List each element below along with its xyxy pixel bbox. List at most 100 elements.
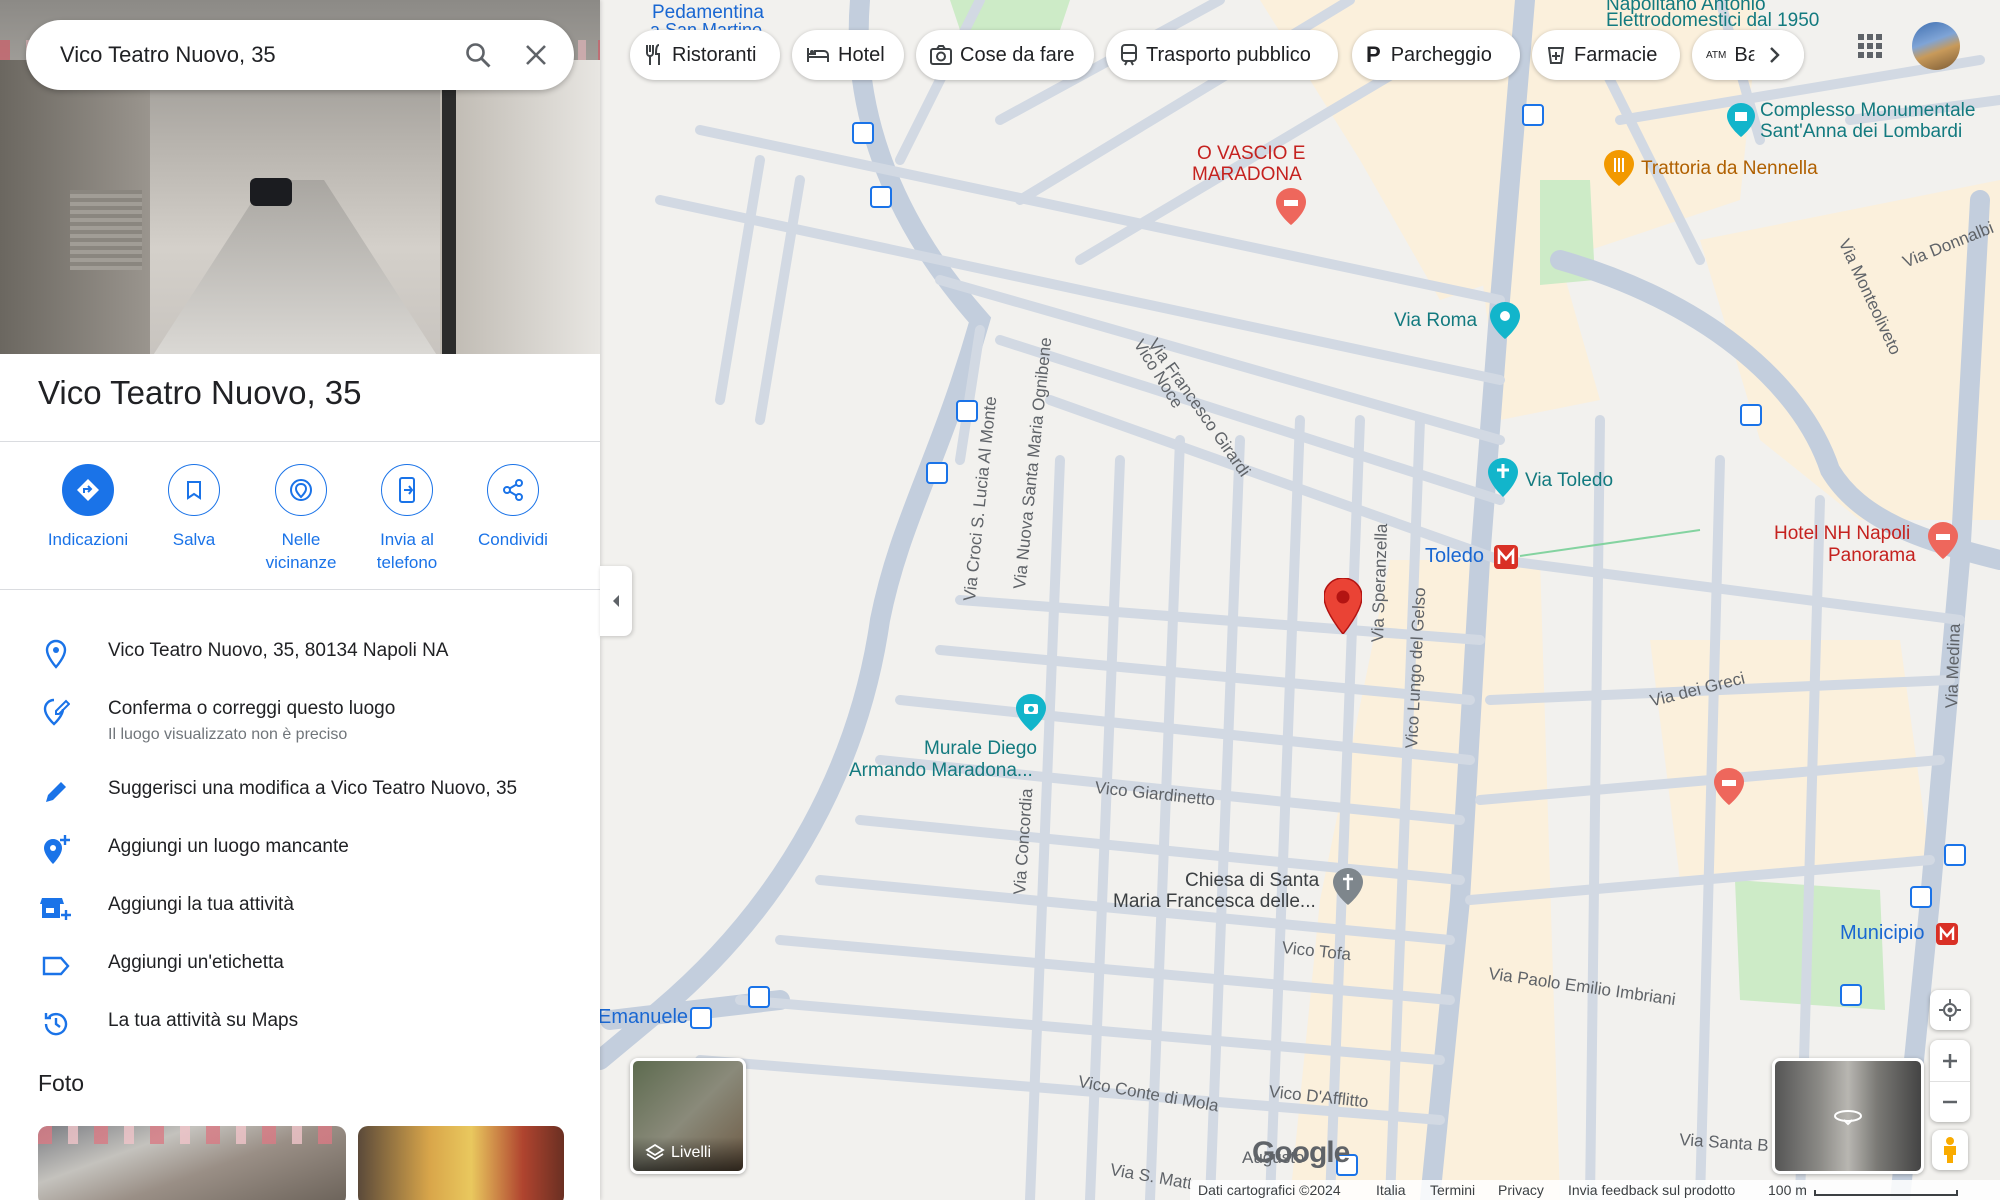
layers-button[interactable]: Livelli <box>630 1058 746 1174</box>
chip-ristoranti[interactable]: Ristoranti <box>630 30 780 80</box>
metro-station-municipio[interactable]: Municipio <box>1840 922 1924 945</box>
chip-trasporto-pubblico[interactable]: Trasporto pubblico <box>1106 30 1338 80</box>
action-label: Indicazioni <box>47 530 129 549</box>
photo-thumbnail[interactable] <box>38 1126 346 1200</box>
directions-icon <box>62 464 114 516</box>
landmark-pin-icon[interactable] <box>1490 302 1520 345</box>
poi-vascio-line2[interactable]: MARADONA <box>1192 164 1302 186</box>
landmark-pin-icon-toledo[interactable] <box>1488 458 1518 503</box>
restaurant-pin-icon[interactable] <box>1604 150 1634 191</box>
chip-parcheggio[interactable]: P Parcheggio <box>1352 30 1520 80</box>
confirm-place-text: Conferma o correggi questo luogo <box>108 698 396 719</box>
nearby-button[interactable]: Nelle vicinanze <box>246 464 356 574</box>
map-data-credit: Dati cartografici ©2024 <box>1198 1182 1341 1198</box>
hero-shutter <box>70 190 142 270</box>
poi-murale-line2[interactable]: Armando Maradona... <box>849 760 1033 782</box>
footer-scale-label[interactable]: 100 m <box>1768 1182 1807 1198</box>
bus-stop-icon[interactable] <box>852 122 874 144</box>
zoom-in-button[interactable] <box>1930 1041 1970 1082</box>
action-label: Salva <box>172 530 216 549</box>
chip-hotel[interactable]: Hotel <box>792 30 904 80</box>
search-input[interactable] <box>60 35 440 75</box>
metro-station-toledo[interactable]: Toledo <box>1425 545 1484 568</box>
poi-chiesa-line1[interactable]: Chiesa di Santa <box>1185 870 1319 892</box>
bus-stop-icon[interactable] <box>1840 984 1862 1006</box>
selected-location-pin-icon[interactable] <box>1323 577 1363 639</box>
scale-bar <box>1814 1190 1958 1196</box>
place-title: Vico Teatro Nuovo, 35 <box>38 374 362 411</box>
footer-terms[interactable]: Termini <box>1430 1182 1475 1198</box>
your-activity-row[interactable]: La tua attività su Maps <box>0 998 600 1048</box>
camera-pin-icon[interactable] <box>1016 694 1046 737</box>
hotel-pin-icon[interactable] <box>1928 522 1958 565</box>
bus-stop-icon[interactable] <box>1910 886 1932 908</box>
footer-feedback[interactable]: Invia feedback sul prodotto <box>1568 1182 1735 1198</box>
zoom-out-button[interactable] <box>1930 1082 1970 1122</box>
avatar[interactable] <box>1912 22 1960 70</box>
add-business-text: Aggiungi la tua attività <box>108 894 294 915</box>
pegman-button[interactable] <box>1932 1130 1968 1170</box>
bus-stop-icon[interactable] <box>956 400 978 422</box>
poi-via-toledo[interactable]: Via Toledo <box>1525 470 1613 492</box>
bus-stop-icon[interactable] <box>926 462 948 484</box>
footer-country[interactable]: Italia <box>1376 1182 1406 1198</box>
google-maps-app: Pedamentina a San Martino Napolitano Ant… <box>0 0 2000 1200</box>
poi-complesso-line2[interactable]: Sant'Anna dei Lombardi <box>1760 121 1962 143</box>
clear-search-button[interactable] <box>516 35 556 75</box>
metro-icon[interactable] <box>1494 545 1518 569</box>
save-button[interactable]: Salva <box>139 464 249 551</box>
bus-stop-icon[interactable] <box>1740 404 1762 426</box>
poi-trattoria[interactable]: Trattoria da Nennella <box>1641 158 1818 180</box>
metro-icon-municipio[interactable] <box>1936 923 1958 945</box>
poi-chiesa-line2[interactable]: Maria Francesca delle... <box>1113 891 1316 913</box>
add-missing-place-row[interactable]: Aggiungi un luogo mancante <box>0 824 600 874</box>
divider <box>0 589 600 590</box>
transit-emanuele[interactable]: Emanuele <box>598 1006 688 1029</box>
pharmacy-icon <box>1548 47 1564 64</box>
bed-pin-icon[interactable] <box>1276 188 1306 231</box>
bus-stop-icon[interactable] <box>690 1007 712 1029</box>
poi-hotel-nh-line2[interactable]: Panorama <box>1828 545 1916 567</box>
bus-stop-icon[interactable] <box>870 186 892 208</box>
directions-button[interactable]: Indicazioni <box>33 464 143 551</box>
plus-icon <box>1943 1053 1957 1068</box>
street-view-thumbnail[interactable] <box>1772 1058 1924 1174</box>
photo-thumbnail[interactable] <box>358 1126 564 1200</box>
apps-grid-icon[interactable] <box>1856 32 1884 60</box>
poi-elettrodomestici[interactable]: Elettrodomestici dal 1950 <box>1606 10 1819 32</box>
poi-murale-line1[interactable]: Murale Diego <box>924 738 1037 760</box>
church-pin-icon[interactable] <box>1333 868 1363 911</box>
share-button[interactable]: Condividi <box>458 464 568 551</box>
bus-stop-icon[interactable] <box>1522 104 1544 126</box>
send-to-phone-button[interactable]: Invia al telefono <box>352 464 462 574</box>
suggest-edit-row[interactable]: Suggerisci una modifica a Vico Teatro Nu… <box>0 766 600 816</box>
pencil-icon <box>40 776 72 808</box>
street-via-speranzella: Via Speranzella <box>1368 523 1392 643</box>
poi-hotel-nh-line1[interactable]: Hotel NH Napoli <box>1774 523 1910 545</box>
poi-vascio-line1[interactable]: O VASCIO E <box>1197 143 1305 165</box>
minus-icon <box>1943 1100 1957 1103</box>
chip-farmacie[interactable]: Farmacie <box>1532 30 1680 80</box>
add-business-row[interactable]: Aggiungi la tua attività <box>0 882 600 932</box>
bus-stop-icon[interactable] <box>748 986 770 1008</box>
address-text: Vico Teatro Nuovo, 35, 80134 Napoli NA <box>108 640 449 661</box>
chip-label: Hotel <box>838 43 885 66</box>
side-panel: Vico Teatro Nuovo, 35 Indicazioni Salva … <box>0 0 600 1200</box>
add-label-row[interactable]: Aggiungi un'etichetta <box>0 940 600 990</box>
footer-privacy[interactable]: Privacy <box>1498 1182 1544 1198</box>
confirm-place-row[interactable]: Conferma o correggi questo luogo Il luog… <box>0 686 600 750</box>
chip-cose-da-fare[interactable]: Cose da fare <box>916 30 1094 80</box>
my-location-button[interactable] <box>1930 990 1970 1030</box>
chips-next-button[interactable] <box>1754 30 1804 80</box>
address-row[interactable]: Vico Teatro Nuovo, 35, 80134 Napoli NA <box>0 628 600 678</box>
museum-pin-icon[interactable] <box>1727 103 1755 142</box>
poi-complesso-line1[interactable]: Complesso Monumentale <box>1760 100 1975 122</box>
poi-via-roma[interactable]: Via Roma <box>1394 310 1477 332</box>
bus-stop-icon[interactable] <box>1944 844 1966 866</box>
hero-street <box>150 180 440 354</box>
suggest-edit-text: Suggerisci una modifica a Vico Teatro Nu… <box>108 778 518 799</box>
collapse-panel-button[interactable] <box>600 566 632 636</box>
search-button[interactable] <box>458 35 498 75</box>
hotel-pin-icon-2[interactable] <box>1714 768 1744 811</box>
pegman-icon <box>1944 1137 1956 1163</box>
